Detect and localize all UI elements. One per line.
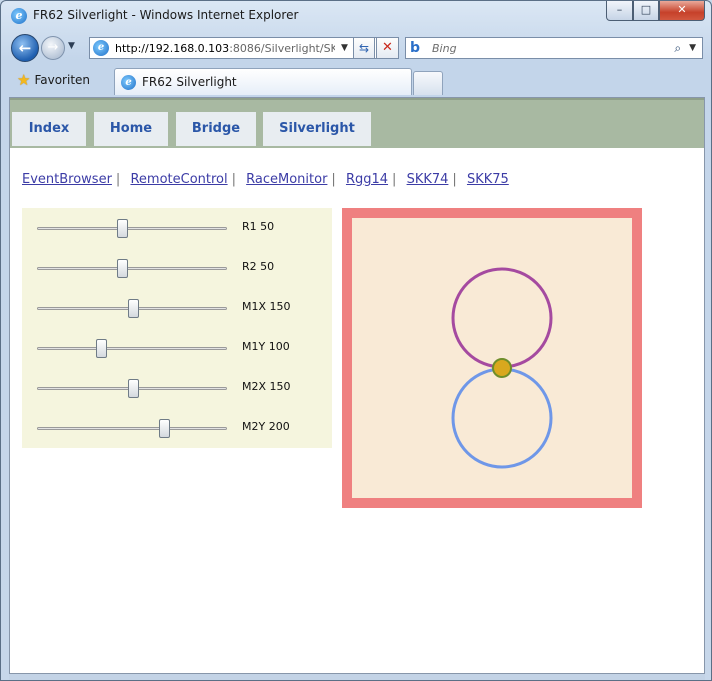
maximize-button[interactable]: □ xyxy=(633,1,659,21)
link-remotecontrol[interactable]: RemoteControl xyxy=(130,172,227,187)
link-rgg14[interactable]: Rgg14 xyxy=(346,172,388,187)
slider-label-r2: R2 50 xyxy=(242,260,275,273)
slider-thumb-m1y[interactable] xyxy=(96,339,108,358)
search-icon[interactable]: ⌕ xyxy=(674,41,681,56)
link-separator: | xyxy=(392,172,397,187)
slider-thumb-m2y[interactable] xyxy=(158,419,170,438)
circle-drawing xyxy=(451,267,553,469)
tab-label: FR62 Silverlight xyxy=(142,75,237,89)
slider-thumb-m1x[interactable] xyxy=(128,299,140,318)
link-separator: | xyxy=(231,172,236,187)
page-content: Index Home Bridge Silverlight EventBrows… xyxy=(9,97,705,674)
page-icon: e xyxy=(93,40,109,56)
history-dropdown-icon[interactable]: ▼ xyxy=(68,41,75,51)
menu-item-bridge[interactable]: Bridge xyxy=(176,112,256,146)
slider-panel: R1 50 R2 50 M1X 150 M1Y 100 M2X 150 M2Y … xyxy=(22,208,332,448)
slider-row-m1y: M1Y 100 xyxy=(22,338,332,358)
title-bar[interactable]: e FR62 Silverlight - Windows Internet Ex… xyxy=(1,1,711,31)
drawing-canvas-border xyxy=(342,208,642,508)
slider-row-m1x: M1X 150 xyxy=(22,298,332,318)
site-menu: Index Home Bridge Silverlight xyxy=(10,98,704,148)
address-path: :8086/Silverlight/SKK xyxy=(229,41,335,55)
bing-icon: b xyxy=(410,40,421,56)
slider-thumb-m2x[interactable] xyxy=(128,379,140,398)
close-button[interactable]: ✕ xyxy=(659,1,705,21)
back-button[interactable]: ← xyxy=(11,34,39,62)
refresh-button[interactable]: ⇆ xyxy=(353,37,375,59)
slider-row-r1: R1 50 xyxy=(22,218,332,238)
forward-button[interactable]: → xyxy=(41,36,65,60)
slider-track[interactable] xyxy=(37,267,227,270)
link-separator: | xyxy=(452,172,457,187)
minimize-button[interactable]: – xyxy=(606,1,633,21)
link-skk74[interactable]: SKK74 xyxy=(407,172,449,187)
intersection-point xyxy=(492,358,512,378)
slider-label-m2y: M2Y 200 xyxy=(242,420,290,433)
menu-item-index[interactable]: Index xyxy=(12,112,86,146)
link-separator: | xyxy=(115,172,121,187)
search-box[interactable]: b Bing ⌕ ▼ xyxy=(405,37,703,59)
slider-track[interactable] xyxy=(37,427,227,430)
drawing-canvas xyxy=(352,218,632,498)
favorites-button[interactable]: ★ Favoriten xyxy=(17,71,90,89)
status-bar xyxy=(9,674,705,680)
link-separator: | xyxy=(331,172,336,187)
link-skk75[interactable]: SKK75 xyxy=(467,172,509,187)
slider-label-m1y: M1Y 100 xyxy=(242,340,290,353)
favorites-label: Favoriten xyxy=(34,73,91,87)
favorites-bar: ★ Favoriten e FR62 Silverlight xyxy=(9,67,705,95)
slider-label-m2x: M2X 150 xyxy=(242,380,291,393)
slider-row-r2: R2 50 xyxy=(22,258,332,278)
link-racemonitor[interactable]: RaceMonitor xyxy=(246,172,327,187)
tab-fr62-silverlight[interactable]: e FR62 Silverlight xyxy=(114,68,412,95)
slider-row-m2x: M2X 150 xyxy=(22,378,332,398)
slider-track[interactable] xyxy=(37,347,227,350)
ie-icon: e xyxy=(11,8,27,24)
link-eventbrowser[interactable]: EventBrowser xyxy=(22,172,112,187)
search-dropdown-icon[interactable]: ▼ xyxy=(689,43,696,53)
tab-page-icon: e xyxy=(121,74,136,90)
slider-label-r1: R1 50 xyxy=(242,220,275,233)
new-tab-button[interactable] xyxy=(413,71,443,95)
address-dropdown-icon[interactable]: ▼ xyxy=(341,43,348,53)
search-input[interactable]: Bing xyxy=(432,42,674,55)
link-list: EventBrowser | RemoteControl | RaceMonitor… xyxy=(22,172,509,187)
address-input[interactable]: http://192.168.0.103:8086/Silverlight/SK… xyxy=(115,42,335,55)
circle-2 xyxy=(451,367,553,469)
slider-thumb-r2[interactable] xyxy=(117,259,128,278)
window-title: FR62 Silverlight - Windows Internet Expl… xyxy=(33,8,299,22)
menu-item-home[interactable]: Home xyxy=(94,112,168,146)
address-host: http://192.168.0.103 xyxy=(115,41,230,55)
slider-track[interactable] xyxy=(37,227,227,230)
slider-row-m2y: M2Y 200 xyxy=(22,418,332,438)
star-icon: ★ xyxy=(17,71,31,89)
circle-1 xyxy=(451,267,553,369)
slider-label-m1x: M1X 150 xyxy=(242,300,291,313)
browser-window: e FR62 Silverlight - Windows Internet Ex… xyxy=(0,0,712,681)
window-controls: – □ ✕ xyxy=(606,1,705,21)
slider-thumb-r1[interactable] xyxy=(117,219,128,238)
menu-item-silverlight[interactable]: Silverlight xyxy=(263,112,371,146)
stop-button[interactable]: ✕ xyxy=(376,37,399,59)
